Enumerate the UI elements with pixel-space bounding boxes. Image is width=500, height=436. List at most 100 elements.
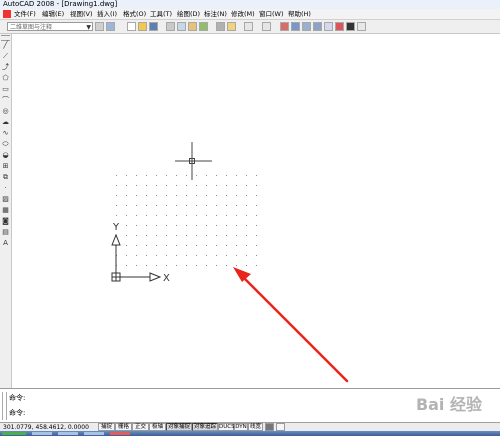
gradient-icon[interactable]: ▦ [1, 206, 10, 215]
menu-view[interactable]: 视图(V) [70, 9, 93, 19]
grid-toggle[interactable]: 栅格 [115, 423, 132, 431]
save-icon[interactable] [149, 22, 158, 31]
osnap-toggle[interactable]: 对象捕捉 [166, 423, 192, 431]
make-block-icon[interactable]: ⧉ [1, 173, 10, 182]
help-icon[interactable] [357, 22, 366, 31]
menu-help[interactable]: 帮助(H) [288, 9, 311, 19]
dyn-toggle[interactable]: DYN [234, 423, 248, 431]
save-workspace-icon[interactable] [106, 22, 115, 31]
grid-dot [236, 265, 237, 266]
markup-icon[interactable] [335, 22, 344, 31]
grid-dot [226, 195, 227, 196]
ortho-toggle[interactable]: 正交 [132, 423, 149, 431]
cut-icon[interactable] [216, 22, 225, 31]
grid-dot [166, 265, 167, 266]
line-icon[interactable]: ╱ [1, 41, 10, 50]
app-menu-icon[interactable] [3, 10, 11, 18]
match-properties-icon[interactable] [227, 22, 236, 31]
grid-dot [216, 245, 217, 246]
menu-format[interactable]: 格式(O) [123, 9, 146, 19]
menu-insert[interactable]: 插入(I) [97, 9, 117, 19]
grid-dot [256, 195, 257, 196]
table-icon[interactable]: ▤ [1, 228, 10, 237]
grid-dot [156, 215, 157, 216]
spline-icon[interactable]: ∿ [1, 129, 10, 138]
grid-dot [206, 225, 207, 226]
workspace-settings-icon[interactable] [95, 22, 104, 31]
polyline-icon[interactable]: ⤴ [1, 63, 10, 72]
workspace-select[interactable]: 二维草图与注释 ▼ [7, 22, 93, 31]
ellipse-icon[interactable]: ⬭ [1, 140, 10, 149]
menu-dimension[interactable]: 标注(N) [204, 9, 227, 19]
grid-dot [226, 245, 227, 246]
hatch-icon[interactable]: ▨ [1, 195, 10, 204]
chevron-down-icon[interactable]: ▼ [86, 23, 91, 32]
circle-icon[interactable]: ◎ [1, 107, 10, 116]
calculator-icon[interactable] [346, 22, 355, 31]
status-tray-icon[interactable] [276, 423, 285, 431]
menu-window[interactable]: 窗口(W) [259, 9, 284, 19]
grid-dot [166, 195, 167, 196]
model-space-icon[interactable] [265, 423, 274, 431]
menu-edit[interactable]: 编辑(E) [42, 9, 64, 19]
polar-toggle[interactable]: 极轴 [149, 423, 166, 431]
tool-palettes-icon[interactable] [313, 22, 322, 31]
taskbar-app-3[interactable] [84, 432, 104, 435]
print-icon[interactable] [166, 22, 175, 31]
grid-dot [186, 235, 187, 236]
arc-icon[interactable]: ⌒ [1, 96, 10, 105]
undo-icon[interactable] [244, 22, 253, 31]
grid-dot [256, 185, 257, 186]
plot-preview-icon[interactable] [177, 22, 186, 31]
grid-dot [136, 245, 137, 246]
open-file-icon[interactable] [138, 22, 147, 31]
grid-dot [166, 245, 167, 246]
construction-line-icon[interactable]: ⟋ [1, 52, 10, 61]
design-center-icon[interactable] [302, 22, 311, 31]
menu-file[interactable]: 文件(F) [14, 9, 36, 19]
redo-icon[interactable] [262, 22, 271, 31]
drawing-area[interactable]: Y X [12, 34, 500, 388]
menu-tools[interactable]: 工具(T) [150, 9, 172, 19]
rectangle-icon[interactable]: ▭ [1, 85, 10, 94]
grid-dots [116, 175, 257, 266]
grid-dot [156, 255, 157, 256]
grid-dot [176, 205, 177, 206]
lineweight-toggle[interactable]: 线宽 [248, 423, 263, 431]
properties-icon[interactable] [291, 22, 300, 31]
insert-block-icon[interactable]: ⊞ [1, 162, 10, 171]
region-icon[interactable]: ◙ [1, 217, 10, 226]
polygon-icon[interactable]: ⬠ [1, 74, 10, 83]
menu-draw[interactable]: 绘图(D) [177, 9, 200, 19]
grid-dot [146, 225, 147, 226]
grid-dot [186, 255, 187, 256]
multiline-text-icon[interactable]: A [1, 239, 10, 248]
point-icon[interactable]: · [1, 184, 10, 193]
ucs-icon [111, 233, 162, 282]
snap-toggle[interactable]: 捕捉 [98, 423, 115, 431]
publish-icon[interactable] [188, 22, 197, 31]
grid-dot [226, 235, 227, 236]
new-file-icon[interactable] [127, 22, 136, 31]
pan-icon[interactable] [280, 22, 289, 31]
ducs-toggle[interactable]: DUCS [218, 423, 235, 431]
drawing-canvas[interactable]: Y X [12, 34, 500, 388]
grid-dot [126, 175, 127, 176]
start-button-icon[interactable] [2, 432, 26, 435]
grid-dot [146, 205, 147, 206]
ucs-x-label: X [163, 273, 170, 284]
command-input-line[interactable]: 命令: [9, 409, 25, 417]
grid-dot [226, 175, 227, 176]
ellipse-arc-icon[interactable]: ◒ [1, 151, 10, 160]
sheet-set-icon[interactable] [324, 22, 333, 31]
3d-dwf-icon[interactable] [199, 22, 208, 31]
revision-cloud-icon[interactable]: ☁ [1, 118, 10, 127]
taskbar-app-2[interactable] [58, 432, 78, 435]
grid-dot [136, 185, 137, 186]
taskbar-app-autocad[interactable] [110, 432, 130, 435]
command-window-grip[interactable] [2, 392, 7, 420]
otrack-toggle[interactable]: 对象追踪 [192, 423, 218, 431]
menu-modify[interactable]: 修改(M) [231, 9, 255, 19]
taskbar-app-1[interactable] [32, 432, 52, 435]
grid-dot [156, 185, 157, 186]
